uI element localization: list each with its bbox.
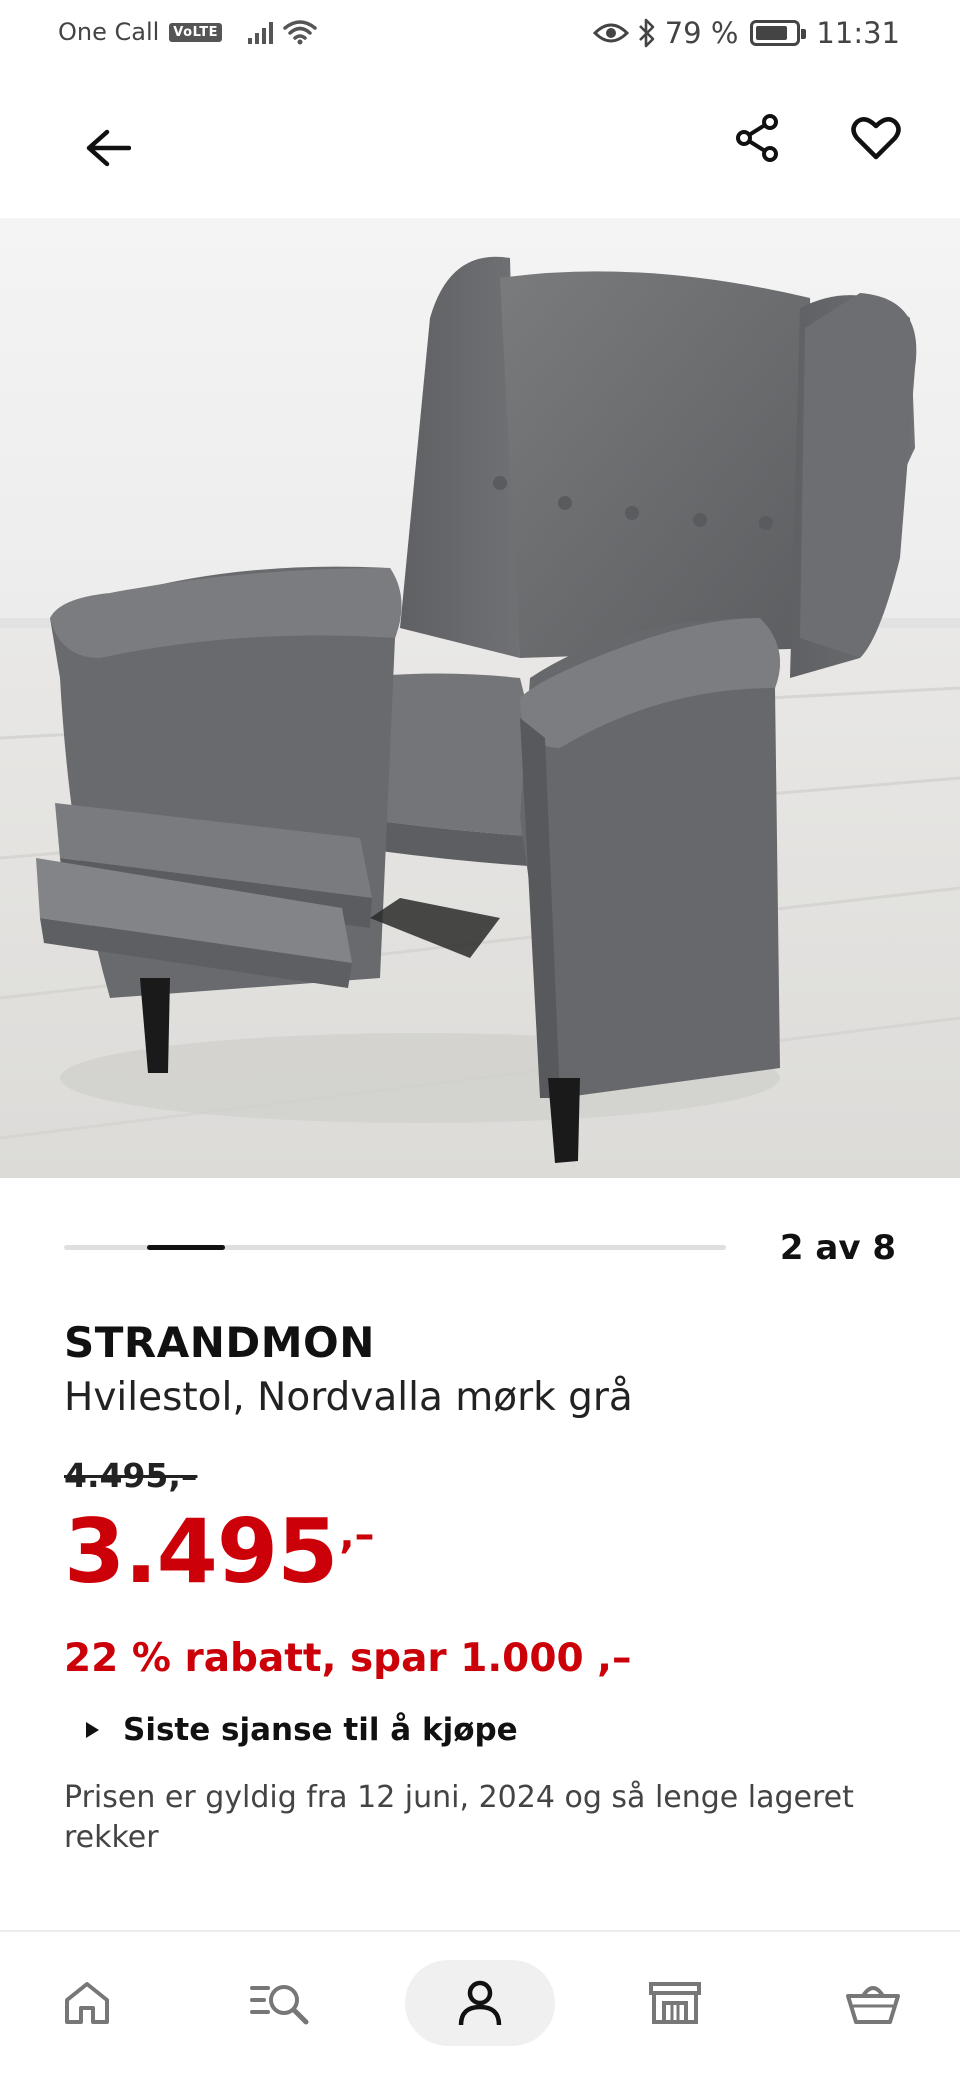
battery-icon bbox=[750, 20, 807, 46]
clock: 11:31 bbox=[816, 16, 900, 50]
home-icon bbox=[65, 1982, 109, 2024]
nav-search[interactable] bbox=[206, 1960, 356, 2046]
nav-cart[interactable] bbox=[798, 1960, 948, 2046]
gallery-progress-track bbox=[64, 1245, 726, 1250]
last-chance-toggle[interactable]: Siste sjanse til å kjøpe bbox=[86, 1712, 518, 1748]
last-chance-label: Siste sjanse til å kjøpe bbox=[123, 1712, 518, 1748]
gallery-counter: 2 av 8 bbox=[779, 1228, 896, 1268]
recliner-chair-image bbox=[0, 218, 960, 1178]
current-price: 3.495 ,– bbox=[64, 1508, 375, 1596]
nav-profile[interactable] bbox=[405, 1960, 555, 2046]
back-arrow-icon bbox=[86, 129, 131, 167]
search-icon bbox=[250, 1985, 309, 2025]
product-name: STRANDMON bbox=[64, 1318, 375, 1367]
product-image[interactable] bbox=[0, 218, 960, 1178]
share-button[interactable] bbox=[718, 98, 798, 178]
old-price: 4.495,– bbox=[64, 1456, 198, 1495]
favorite-button[interactable] bbox=[836, 98, 916, 178]
price-suffix: ,– bbox=[339, 1512, 375, 1558]
status-right: 79 % 11:31 bbox=[592, 16, 900, 50]
signal-icon bbox=[247, 20, 273, 44]
profile-icon bbox=[458, 1980, 502, 2026]
product-description: Hvilestol, Nordvalla mørk grå bbox=[64, 1375, 633, 1420]
eye-icon bbox=[592, 23, 629, 43]
price-amount: 3.495 bbox=[64, 1500, 338, 1603]
basket-icon bbox=[846, 1986, 900, 2024]
volte-badge: VoLTE bbox=[169, 22, 222, 42]
top-bar bbox=[0, 70, 960, 218]
bluetooth-icon bbox=[638, 18, 655, 48]
back-button[interactable] bbox=[72, 112, 144, 184]
bottom-navigation bbox=[0, 1930, 960, 2080]
expand-triangle-icon bbox=[86, 1722, 99, 1738]
battery-percent: 79 % bbox=[664, 16, 739, 50]
nav-home[interactable] bbox=[12, 1960, 162, 2046]
store-icon bbox=[649, 1982, 701, 2024]
status-bar: One Call VoLTE 79 % 11:31 bbox=[0, 0, 960, 70]
carrier-label: One Call bbox=[58, 18, 160, 46]
price-validity: Prisen er gyldig fra 12 juni, 2024 og så… bbox=[64, 1780, 854, 1855]
heart-icon bbox=[851, 117, 901, 160]
gallery-pager: 2 av 8 bbox=[64, 1228, 896, 1272]
nav-store[interactable] bbox=[600, 1960, 750, 2046]
discount-label: 22 % rabatt, spar 1.000 ,– bbox=[64, 1636, 632, 1681]
wifi-icon bbox=[283, 20, 317, 45]
share-icon bbox=[736, 114, 778, 162]
gallery-progress-indicator bbox=[146, 1245, 226, 1250]
status-left: One Call VoLTE bbox=[58, 18, 317, 46]
